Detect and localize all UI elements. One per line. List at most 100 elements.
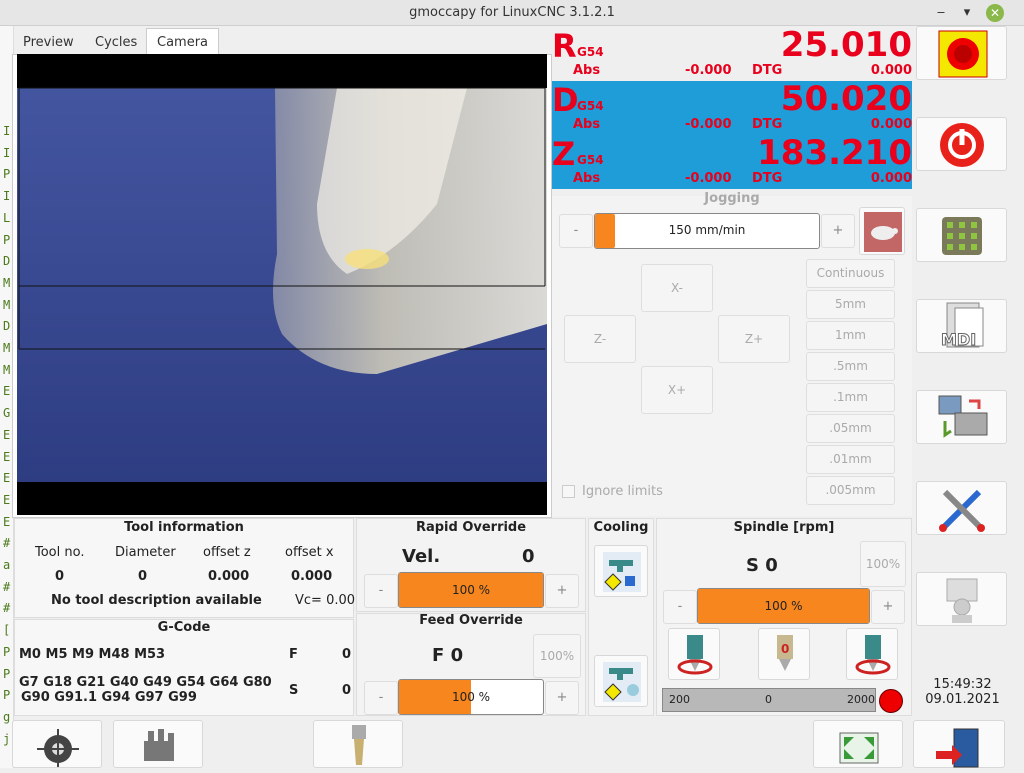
spindle-minus-button[interactable]: -	[663, 590, 697, 624]
diameter-value: 0	[138, 569, 148, 584]
jogging-title: Jogging	[704, 191, 760, 206]
dro-coord-system: G54	[577, 45, 604, 59]
tool-change-button[interactable]	[313, 720, 403, 768]
feed-override-minus-button[interactable]: -	[364, 681, 398, 715]
left-strip-char: g	[3, 709, 11, 724]
auto-mode-button[interactable]	[916, 390, 1007, 444]
jog-speed-text: 150 mm/min	[668, 223, 746, 237]
spindle-plus-button[interactable]: +	[871, 590, 905, 624]
camera-view	[17, 54, 547, 515]
increment-0-05mm[interactable]: .05mm	[806, 414, 895, 443]
dro-axis-letter: Z	[552, 135, 576, 173]
left-strip-char: E	[3, 449, 11, 464]
manual-mode-button[interactable]	[916, 208, 1007, 262]
jog-speed-slider[interactable]: 150 mm/min	[594, 213, 820, 249]
jog-x-minus-button[interactable]: X-	[641, 264, 713, 312]
touch-off-button[interactable]	[113, 720, 203, 768]
jog-x-plus-button[interactable]: X+	[641, 366, 713, 414]
auto-mode-icon	[938, 395, 988, 438]
settings-button[interactable]	[916, 481, 1007, 535]
cooling-title: Cooling	[593, 520, 649, 535]
left-strip-char: E	[3, 427, 11, 442]
jog-z-minus-button[interactable]: Z-	[564, 315, 636, 363]
rapid-override-text: 100 %	[451, 583, 491, 597]
rapid-override-minus-button[interactable]: -	[364, 574, 398, 608]
spindle-reverse-button[interactable]	[846, 628, 898, 680]
left-strip-char: M	[3, 362, 11, 377]
increment-1mm[interactable]: 1mm	[806, 321, 895, 350]
turtle-button[interactable]	[859, 207, 905, 255]
increment-0-5mm[interactable]: .5mm	[806, 352, 895, 381]
dro-value: 183.210	[757, 133, 912, 173]
increment-5mm[interactable]: 5mm	[806, 290, 895, 319]
power-button[interactable]	[916, 117, 1007, 171]
dro-dtg-label: DTG	[752, 171, 783, 186]
rapid-override-slider[interactable]: 100 %	[398, 572, 544, 608]
window-title: gmoccapy for LinuxCNC 3.1.2.1	[409, 5, 615, 20]
dro-coord-system: G54	[577, 99, 604, 113]
flood-coolant-button[interactable]	[594, 545, 648, 597]
increment-continuous[interactable]: Continuous	[806, 259, 895, 288]
left-strip-char: M	[3, 297, 11, 312]
feed-override-slider[interactable]: 100 %	[398, 679, 544, 715]
feed-override-title: Feed Override	[419, 613, 523, 628]
fullscreen-button[interactable]	[813, 720, 903, 768]
exit-door-icon	[936, 728, 979, 768]
diameter-header: Diameter	[115, 545, 176, 560]
dro-row-r[interactable]: R G54 25.010 Abs -0.000 DTG 0.000	[552, 25, 912, 81]
increment-0-005mm[interactable]: .005mm	[806, 476, 895, 505]
mist-coolant-button[interactable]	[594, 655, 648, 707]
spindle-forward-button[interactable]	[668, 628, 720, 680]
jog-speed-minus-button[interactable]: -	[559, 214, 593, 248]
feed-override-reset-button[interactable]: 100%	[533, 634, 581, 678]
exit-button[interactable]	[913, 720, 1005, 768]
increment-0-01mm[interactable]: .01mm	[806, 445, 895, 474]
feed-override-plus-button[interactable]: +	[545, 681, 579, 715]
spindle-override-reset-button[interactable]: 100%	[860, 541, 906, 587]
svg-text:MDI: MDI	[941, 330, 976, 349]
left-strip-char: P	[3, 232, 11, 247]
left-strip-char: #	[3, 601, 11, 616]
spindle-speed-value: S 0	[746, 555, 778, 576]
active-gcodes-line2: G90 G91.1 G94 G97 G99	[21, 690, 197, 705]
offset-z-value: 0.000	[208, 569, 250, 584]
jog-keypad-icon	[942, 217, 982, 255]
tool-no-header: Tool no.	[35, 545, 85, 560]
home-all-button[interactable]	[12, 720, 102, 768]
emergency-stop-button[interactable]	[916, 26, 1007, 80]
maximize-button[interactable]: ▾	[958, 4, 976, 22]
spindle-stop-button[interactable]: 0	[758, 628, 810, 680]
user-tabs-icon	[946, 578, 978, 623]
dro-row-z[interactable]: Z G54 183.210 Abs -0.000 DTG 0.000	[552, 133, 912, 189]
tab-preview[interactable]: Preview	[12, 28, 85, 54]
ignore-limits-checkbox[interactable]	[562, 485, 575, 498]
feed-label: F	[289, 647, 298, 662]
jog-speed-plus-button[interactable]: +	[821, 214, 855, 248]
dro-dtg-value: 0.000	[870, 171, 912, 186]
spindle-override-text: 100 %	[764, 599, 803, 613]
left-strip-char: G	[3, 406, 11, 421]
tool-info-title: Tool information	[124, 520, 244, 535]
tab-cycles[interactable]: Cycles	[84, 28, 148, 54]
increment-0-1mm[interactable]: .1mm	[806, 383, 895, 412]
left-strip-char: I	[3, 189, 11, 204]
close-button[interactable]: ✕	[986, 4, 1004, 22]
dro-axis-letter: D	[552, 81, 579, 119]
tools-icon	[939, 489, 985, 532]
title-bar: gmoccapy for LinuxCNC 3.1.2.1 ‒ ▾ ✕	[0, 0, 1024, 26]
active-gcodes-line1: G7 G18 G21 G40 G49 G54 G64 G80	[19, 675, 272, 690]
user-tabs-button[interactable]	[916, 572, 1007, 626]
dro-value: 25.010	[780, 25, 912, 65]
tool-description: No tool description available	[51, 593, 262, 608]
dro-row-d[interactable]: D G54 50.020 Abs -0.000 DTG 0.000	[552, 79, 912, 135]
tab-camera[interactable]: Camera	[146, 28, 220, 54]
spindle-override-slider[interactable]: 100 %	[697, 588, 870, 624]
left-strip-char: [	[3, 623, 11, 638]
rapid-override-plus-button[interactable]: +	[545, 574, 579, 608]
mdi-mode-button[interactable]: MDI	[916, 299, 1007, 353]
dro-abs-value: -0.000	[685, 171, 732, 186]
dro-dtg-label: DTG	[752, 117, 783, 132]
jog-z-plus-button[interactable]: Z+	[718, 315, 790, 363]
minimize-button[interactable]: ‒	[932, 4, 950, 22]
dro-axis-letter: R	[552, 27, 577, 65]
